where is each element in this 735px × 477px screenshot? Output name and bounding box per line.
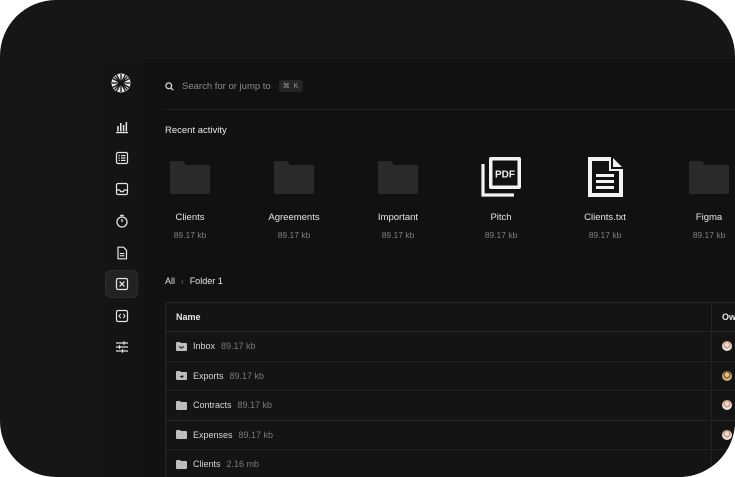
sidebar-item-settings[interactable] xyxy=(105,333,138,361)
table-row[interactable]: Contracts 89.17 kb xyxy=(166,391,735,421)
sidebar-item-list[interactable] xyxy=(105,144,138,172)
inbox-folder-icon xyxy=(176,341,187,352)
folder-icon xyxy=(374,153,422,201)
folder-icon xyxy=(176,429,187,440)
owner-cell xyxy=(711,391,732,420)
folder-icon xyxy=(176,459,187,470)
search-shortcut-badge: ⌘ K xyxy=(278,80,304,92)
close-square-icon xyxy=(115,277,128,291)
breadcrumb: All › Folder 1 xyxy=(165,276,223,286)
recent-activity-grid: Clients 89.17 kb Agreements 89.17 kb Imp… xyxy=(165,153,735,243)
sidebar-item-inbox[interactable] xyxy=(105,175,138,203)
document-icon xyxy=(116,246,127,260)
table-row[interactable]: Expenses 89.17 kb xyxy=(166,420,735,450)
search-bar[interactable]: Search for or jump to ⌘ K xyxy=(165,73,735,99)
recent-item-important[interactable]: Important 89.17 kb xyxy=(363,153,433,240)
sidebar-item-documents[interactable] xyxy=(105,239,138,267)
main-content: Search for or jump to ⌘ K Recent activit… xyxy=(144,59,735,477)
table-row[interactable]: Exports 89.17 kb xyxy=(166,361,735,391)
bar-chart-icon xyxy=(115,122,128,134)
breadcrumb-root[interactable]: All xyxy=(165,276,175,286)
search-icon xyxy=(165,81,174,91)
pdf-file-icon: PDF xyxy=(477,153,525,201)
device-frame: Search for or jump to ⌘ K Recent activit… xyxy=(0,0,735,477)
logo-icon xyxy=(111,73,131,93)
folder-icon xyxy=(166,153,214,201)
column-header-name[interactable]: Name xyxy=(166,312,201,322)
avatar xyxy=(722,429,732,440)
folder-icon xyxy=(270,153,318,201)
table-header: Name Ow xyxy=(166,303,735,332)
header-divider xyxy=(165,109,735,110)
avatar xyxy=(722,400,732,411)
recent-item-agreements[interactable]: Agreements 89.17 kb xyxy=(259,153,329,240)
svg-text:PDF: PDF xyxy=(495,170,515,181)
export-folder-icon xyxy=(176,370,187,381)
owner-cell xyxy=(711,332,732,361)
folder-icon xyxy=(685,153,733,201)
sidebar-item-analytics[interactable] xyxy=(105,113,138,141)
app-window: Search for or jump to ⌘ K Recent activit… xyxy=(99,59,735,477)
recent-item-clients-txt[interactable]: Clients.txt 89.17 kb xyxy=(570,153,640,240)
file-table: Name Ow Inbox 89.17 kb Exports 89.17 kb … xyxy=(165,302,735,477)
recent-item-clients[interactable]: Clients 89.17 kb xyxy=(155,153,225,240)
sidebar-item-code[interactable] xyxy=(105,302,138,330)
avatar xyxy=(722,459,732,470)
code-icon xyxy=(115,309,128,323)
owner-cell xyxy=(711,420,732,449)
table-row[interactable]: Clients 2.16 mb xyxy=(166,450,735,477)
sidebar xyxy=(99,59,144,477)
sidebar-item-files[interactable] xyxy=(105,270,138,298)
breadcrumb-current[interactable]: Folder 1 xyxy=(190,276,223,286)
search-input[interactable]: Search for or jump to xyxy=(182,81,271,92)
list-icon xyxy=(115,151,128,165)
inbox-icon xyxy=(115,182,128,196)
recent-item-figma[interactable]: Figma 89.17 kb xyxy=(674,153,735,240)
folder-icon xyxy=(176,400,187,411)
sliders-icon xyxy=(115,341,128,353)
table-row[interactable]: Inbox 89.17 kb xyxy=(166,332,735,362)
recent-activity-title: Recent activity xyxy=(165,125,227,136)
owner-cell xyxy=(711,361,732,390)
chevron-right-icon: › xyxy=(181,276,184,286)
owner-cell xyxy=(711,450,732,477)
recent-item-pitch[interactable]: PDF Pitch 89.17 kb xyxy=(466,153,536,240)
timer-icon xyxy=(115,214,128,228)
column-header-owner[interactable]: Ow xyxy=(711,303,735,331)
avatar xyxy=(722,370,732,381)
sidebar-item-timer[interactable] xyxy=(105,207,138,235)
text-file-icon xyxy=(581,153,629,201)
avatar xyxy=(722,341,732,352)
